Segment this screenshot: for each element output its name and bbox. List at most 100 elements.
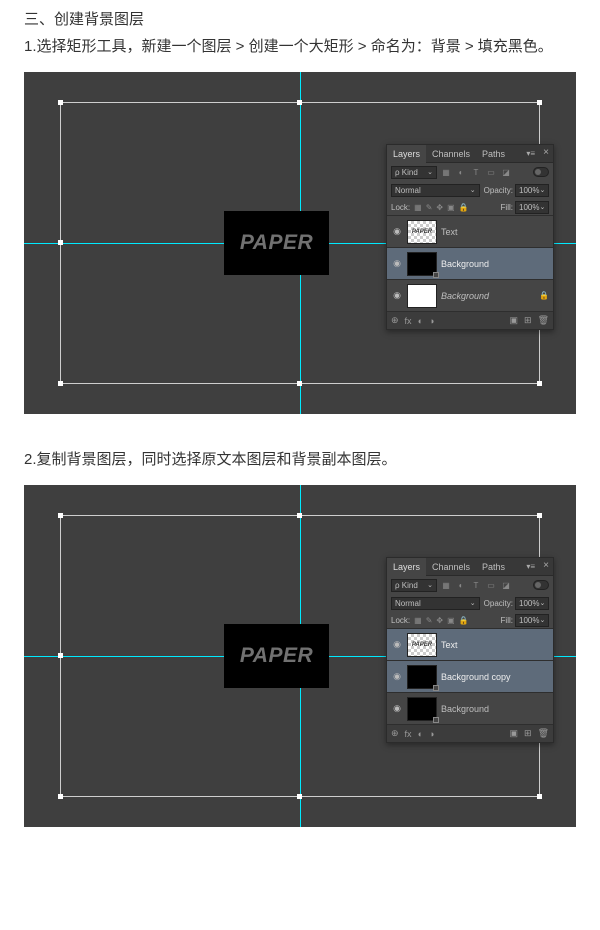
lock-icon[interactable]: 🔒 xyxy=(539,291,549,300)
layer-name[interactable]: Background xyxy=(441,704,489,714)
lock-brush-icon[interactable]: ✎ xyxy=(426,616,433,625)
filter-toggle[interactable] xyxy=(533,580,549,590)
group-icon[interactable]: ▣ xyxy=(510,315,519,326)
opacity-input[interactable]: 100% ⌄ xyxy=(515,184,549,197)
visibility-icon[interactable]: ◉ xyxy=(391,671,403,683)
handle-icon xyxy=(537,794,542,799)
chevron-down-icon: ⌄ xyxy=(470,186,476,194)
panel-tabbar: Layers Channels Paths ▾≡ × xyxy=(387,558,553,576)
layer-thumbnail[interactable] xyxy=(407,284,437,308)
tab-channels[interactable]: Channels xyxy=(426,145,476,163)
kind-dropdown[interactable]: ρ Kind ⌄ xyxy=(391,579,437,592)
layer-name[interactable]: Background xyxy=(441,291,489,301)
lock-row: Lock: ▦ ✎ ✥ ▣ 🔒 Fill: 100% ⌄ xyxy=(387,199,553,215)
filter-smart-icon[interactable]: ◪ xyxy=(500,166,512,178)
handle-icon xyxy=(58,513,63,518)
lock-artboard-icon[interactable]: ▣ xyxy=(447,616,455,625)
filter-smart-icon[interactable]: ◪ xyxy=(500,579,512,591)
lock-all-icon[interactable]: 🔒 xyxy=(459,616,469,625)
link-layers-icon[interactable]: ⊕ xyxy=(391,728,399,739)
visibility-icon[interactable]: ◉ xyxy=(391,290,403,302)
filter-row: ρ Kind ⌄ ▦ ◐ T ▭ ◪ xyxy=(387,163,553,181)
filter-adjust-icon[interactable]: ◐ xyxy=(455,579,467,591)
group-icon[interactable]: ▣ xyxy=(510,728,519,739)
lock-transparency-icon[interactable]: ▦ xyxy=(414,203,422,212)
mask-icon[interactable]: ◐ xyxy=(418,729,423,739)
layer-thumbnail[interactable]: PAPER xyxy=(407,220,437,244)
adjustment-icon[interactable]: ◑ xyxy=(429,729,434,739)
layer-thumbnail[interactable] xyxy=(407,697,437,721)
visibility-icon[interactable]: ◉ xyxy=(391,703,403,715)
visibility-icon[interactable]: ◉ xyxy=(391,226,403,238)
filter-type-icon[interactable]: T xyxy=(470,579,482,591)
handle-icon xyxy=(297,381,302,386)
filter-shape-icon[interactable]: ▭ xyxy=(485,579,497,591)
chevron-down-icon: ⌄ xyxy=(427,168,433,176)
layer-name[interactable]: Text xyxy=(441,640,458,650)
panel-menu-icon[interactable]: ▾≡ xyxy=(526,562,535,571)
chevron-down-icon: ⌄ xyxy=(539,616,545,624)
trash-icon[interactable]: 🗑 xyxy=(538,728,549,739)
handle-icon xyxy=(297,794,302,799)
blend-row: Normal ⌄ Opacity: 100% ⌄ xyxy=(387,181,553,199)
fill-input[interactable]: 100% ⌄ xyxy=(515,201,549,214)
layer-thumbnail[interactable]: PAPER xyxy=(407,633,437,657)
blend-mode-dropdown[interactable]: Normal ⌄ xyxy=(391,184,480,197)
tab-channels[interactable]: Channels xyxy=(426,558,476,576)
layer-row[interactable]: ◉ Background 🔒 xyxy=(387,279,553,311)
visibility-icon[interactable]: ◉ xyxy=(391,258,403,270)
fx-icon[interactable]: fx xyxy=(405,316,412,326)
fx-icon[interactable]: fx xyxy=(405,729,412,739)
layer-name[interactable]: Background xyxy=(441,259,489,269)
filter-toggle[interactable] xyxy=(533,167,549,177)
tab-paths[interactable]: Paths xyxy=(476,558,511,576)
filter-type-icon[interactable]: T xyxy=(470,166,482,178)
lock-transparency-icon[interactable]: ▦ xyxy=(414,616,422,625)
tab-layers[interactable]: Layers xyxy=(387,558,426,576)
handle-icon xyxy=(58,653,63,658)
chevron-down-icon: ⌄ xyxy=(539,186,545,194)
layer-row[interactable]: ◉ Background copy xyxy=(387,660,553,692)
layer-thumbnail[interactable] xyxy=(407,665,437,689)
lock-position-icon[interactable]: ✥ xyxy=(436,203,443,212)
mask-icon[interactable]: ◐ xyxy=(418,316,423,326)
filter-pixel-icon[interactable]: ▦ xyxy=(440,166,452,178)
layers-list: ◉ PAPER Text ◉ Background ◉ Background 🔒 xyxy=(387,215,553,311)
blend-mode-value: Normal xyxy=(395,599,421,608)
filter-adjust-icon[interactable]: ◐ xyxy=(455,166,467,178)
tab-layers[interactable]: Layers xyxy=(387,145,426,163)
layer-row[interactable]: ◉ Background xyxy=(387,692,553,724)
layer-name[interactable]: Background copy xyxy=(441,672,511,682)
kind-dropdown[interactable]: ρ Kind ⌄ xyxy=(391,166,437,179)
tab-paths[interactable]: Paths xyxy=(476,145,511,163)
adjustment-icon[interactable]: ◑ xyxy=(429,316,434,326)
layer-thumbnail[interactable] xyxy=(407,252,437,276)
lock-artboard-icon[interactable]: ▣ xyxy=(447,203,455,212)
lock-brush-icon[interactable]: ✎ xyxy=(426,203,433,212)
layer-row[interactable]: ◉ Background xyxy=(387,247,553,279)
lock-position-icon[interactable]: ✥ xyxy=(436,616,443,625)
thumb-text: PAPER xyxy=(412,642,432,648)
layer-row[interactable]: ◉ PAPER Text xyxy=(387,628,553,660)
close-icon[interactable]: × xyxy=(543,147,549,158)
opacity-input[interactable]: 100% ⌄ xyxy=(515,597,549,610)
layer-row[interactable]: ◉ PAPER Text xyxy=(387,215,553,247)
panel-menu-icon[interactable]: ▾≡ xyxy=(526,149,535,158)
link-layers-icon[interactable]: ⊕ xyxy=(391,315,399,326)
trash-icon[interactable]: 🗑 xyxy=(538,315,549,326)
handle-icon xyxy=(297,513,302,518)
new-layer-icon[interactable]: ⊞ xyxy=(524,728,532,739)
shape-badge-icon xyxy=(433,272,439,278)
chevron-down-icon: ⌄ xyxy=(470,599,476,607)
close-icon[interactable]: × xyxy=(543,560,549,571)
blend-mode-dropdown[interactable]: Normal ⌄ xyxy=(391,597,480,610)
artwork-text: PAPER xyxy=(240,644,313,668)
visibility-icon[interactable]: ◉ xyxy=(391,639,403,651)
lock-all-icon[interactable]: 🔒 xyxy=(459,203,469,212)
new-layer-icon[interactable]: ⊞ xyxy=(524,315,532,326)
fill-input[interactable]: 100% ⌄ xyxy=(515,614,549,627)
filter-pixel-icon[interactable]: ▦ xyxy=(440,579,452,591)
layer-name[interactable]: Text xyxy=(441,227,458,237)
filter-icons: ▦ ◐ T ▭ ◪ xyxy=(440,579,512,591)
filter-shape-icon[interactable]: ▭ xyxy=(485,166,497,178)
